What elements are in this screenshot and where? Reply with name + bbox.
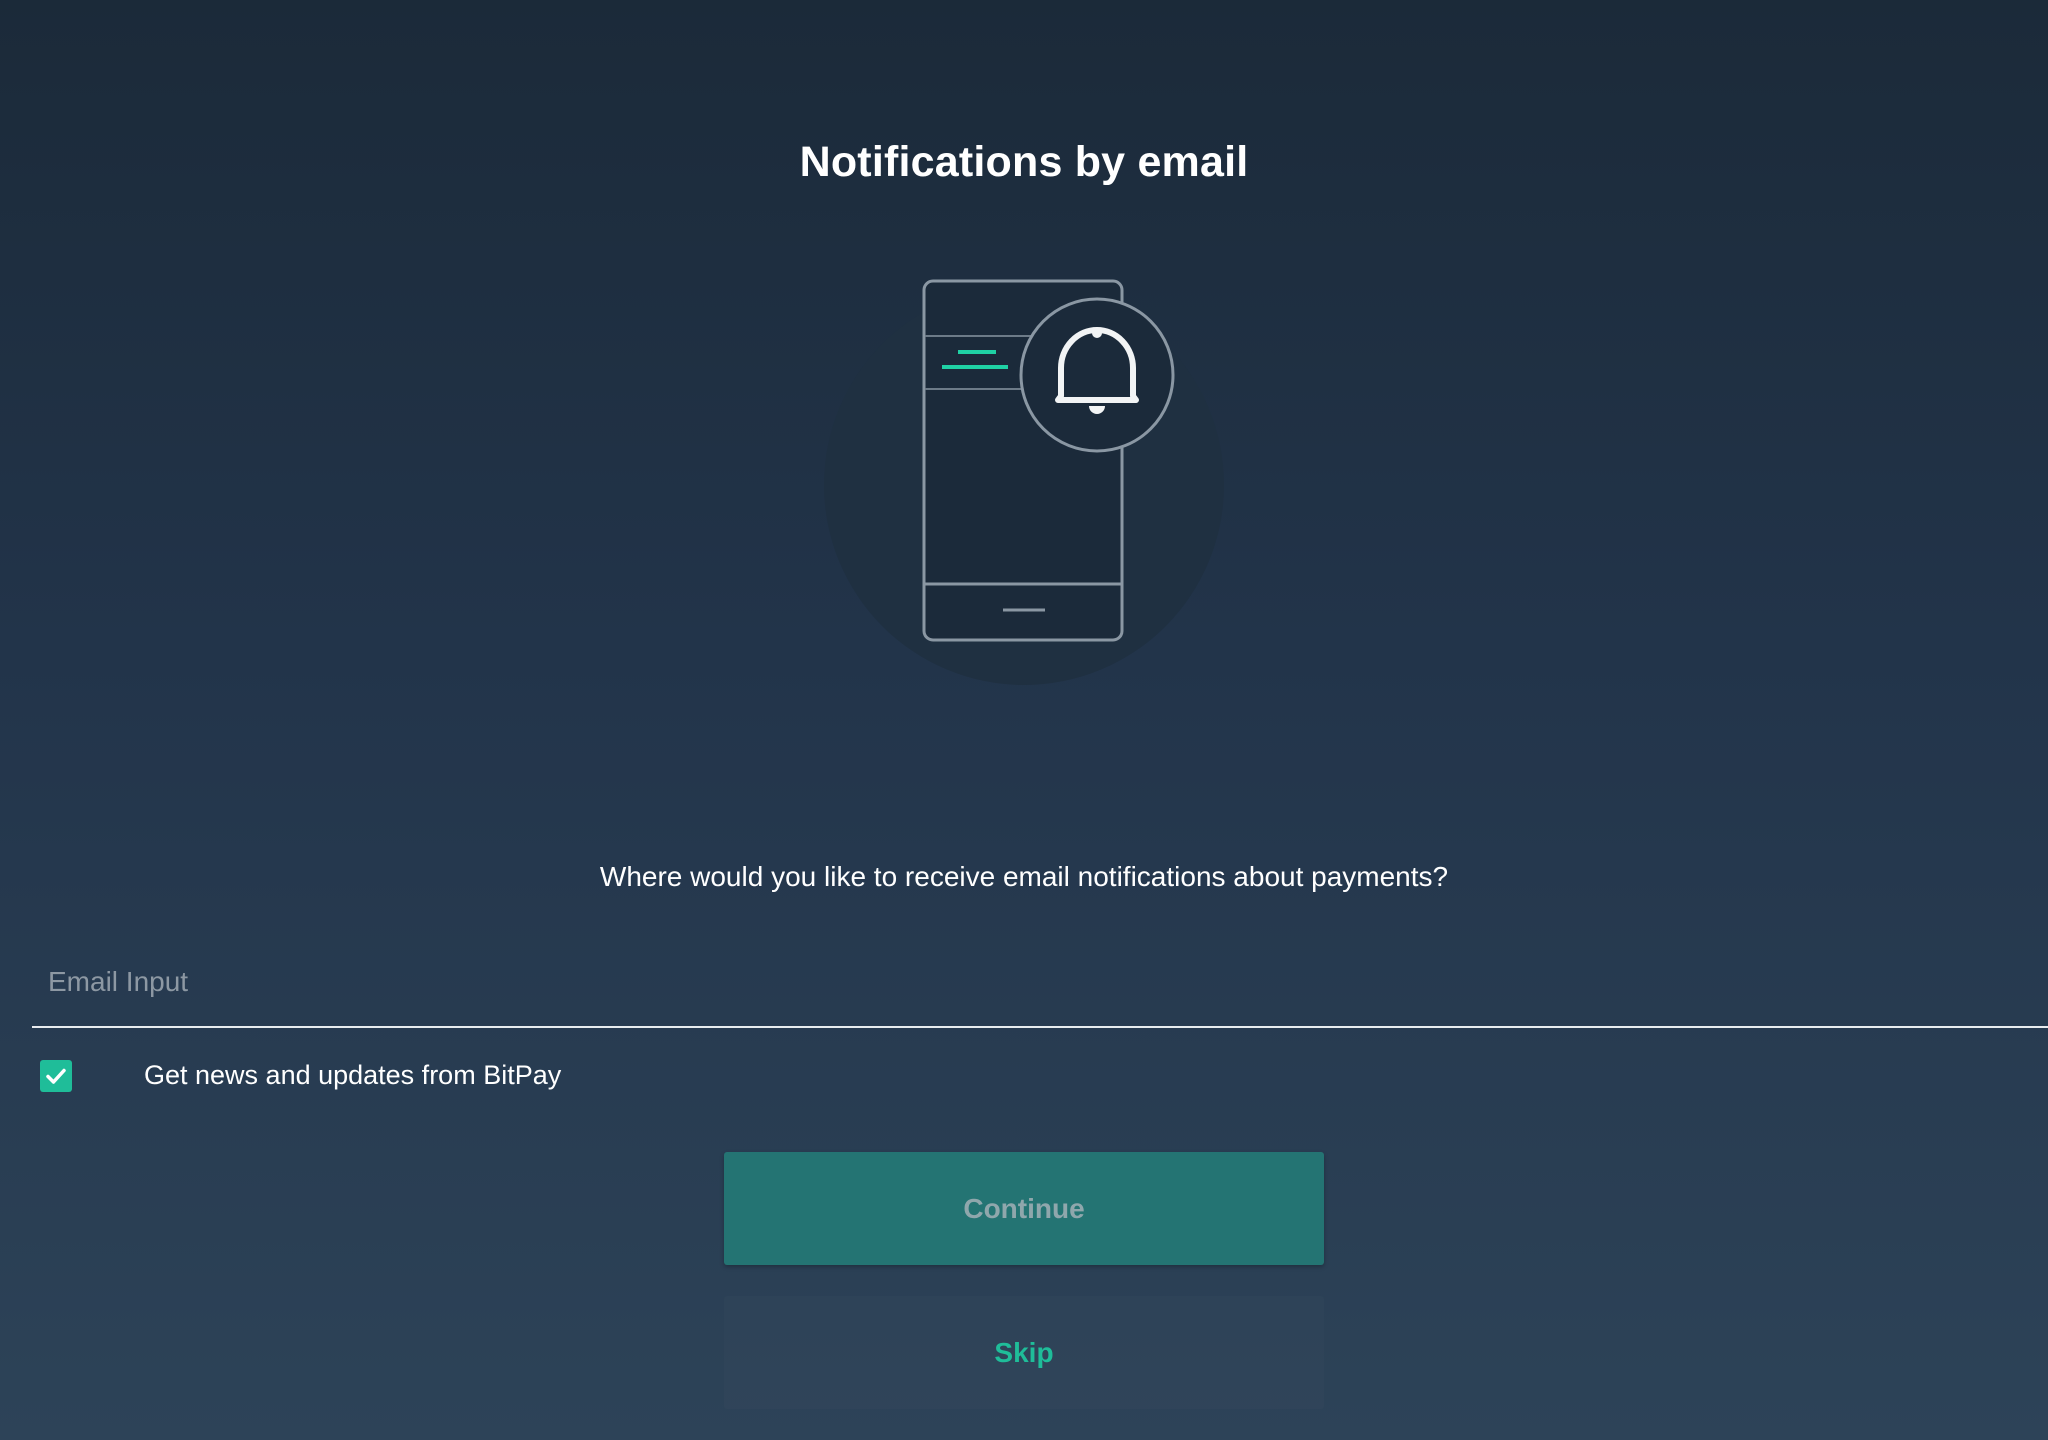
- email-field[interactable]: [32, 940, 2048, 1028]
- continue-button[interactable]: Continue: [724, 1152, 1324, 1265]
- bell-icon: [1019, 297, 1175, 453]
- skip-button[interactable]: Skip: [724, 1296, 1324, 1409]
- email-input[interactable]: [48, 962, 2008, 1002]
- newsletter-option[interactable]: Get news and updates from BitPay: [40, 1058, 740, 1098]
- newsletter-label: Get news and updates from BitPay: [144, 1060, 562, 1090]
- email-question: Where would you like to receive email no…: [599, 861, 1449, 892]
- checkmark-icon: [46, 1068, 66, 1084]
- newsletter-checkbox[interactable]: [40, 1060, 72, 1092]
- phone-notification-illustration: [824, 279, 1224, 685]
